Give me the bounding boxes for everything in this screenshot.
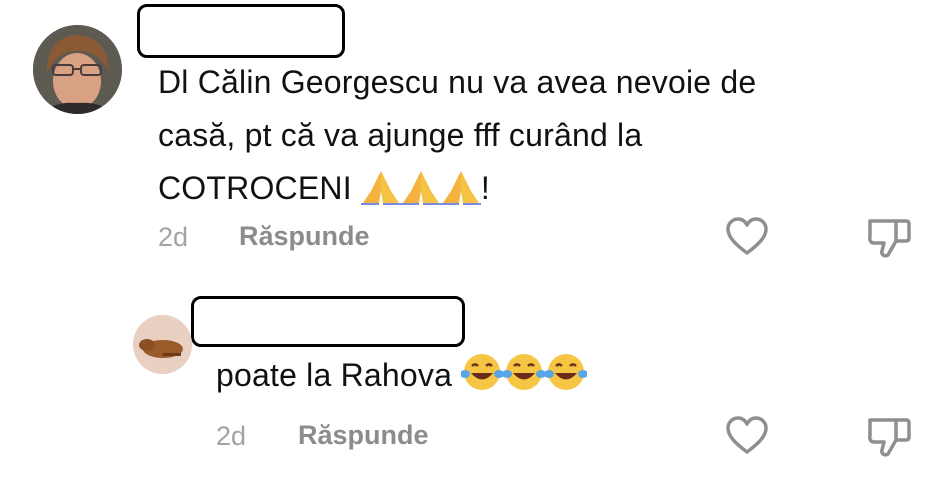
username-redacted [191, 296, 465, 347]
comment-line: Dl Călin Georgescu nu va avea nevoie de [158, 64, 757, 100]
reply-button[interactable]: Răspunde [239, 221, 370, 252]
folded-hands-icon [360, 168, 401, 221]
folded-hands-icon [440, 168, 481, 221]
tears-of-joy-icon [502, 352, 547, 408]
tears-of-joy-icon [460, 352, 505, 408]
reply-button[interactable]: Răspunde [298, 420, 429, 451]
dislike-icon[interactable] [866, 217, 912, 264]
tears-of-joy-icon [544, 352, 589, 408]
comment-time: 2d [216, 421, 247, 451]
folded-hands-icon [400, 168, 441, 221]
comment-line-text: COTROCENI [158, 170, 352, 206]
heart-icon[interactable] [725, 416, 769, 461]
comment-time: 2d [158, 222, 189, 252]
username-redacted [137, 4, 345, 58]
avatar[interactable] [33, 25, 122, 114]
comment-line: COTROCENI ! [158, 162, 756, 221]
comment-text: Dl Călin Georgescu nu va avea nevoie de … [158, 56, 756, 221]
comment-line: casă, pt că va ajunge fff curând la [158, 117, 643, 153]
avatar[interactable] [133, 315, 192, 374]
comment-line-text: poate la Rahova [216, 357, 453, 393]
heart-icon[interactable] [725, 217, 769, 262]
dislike-icon[interactable] [866, 416, 912, 463]
comment-trailing: ! [480, 170, 490, 206]
comment-text: poate la Rahova [216, 349, 589, 408]
